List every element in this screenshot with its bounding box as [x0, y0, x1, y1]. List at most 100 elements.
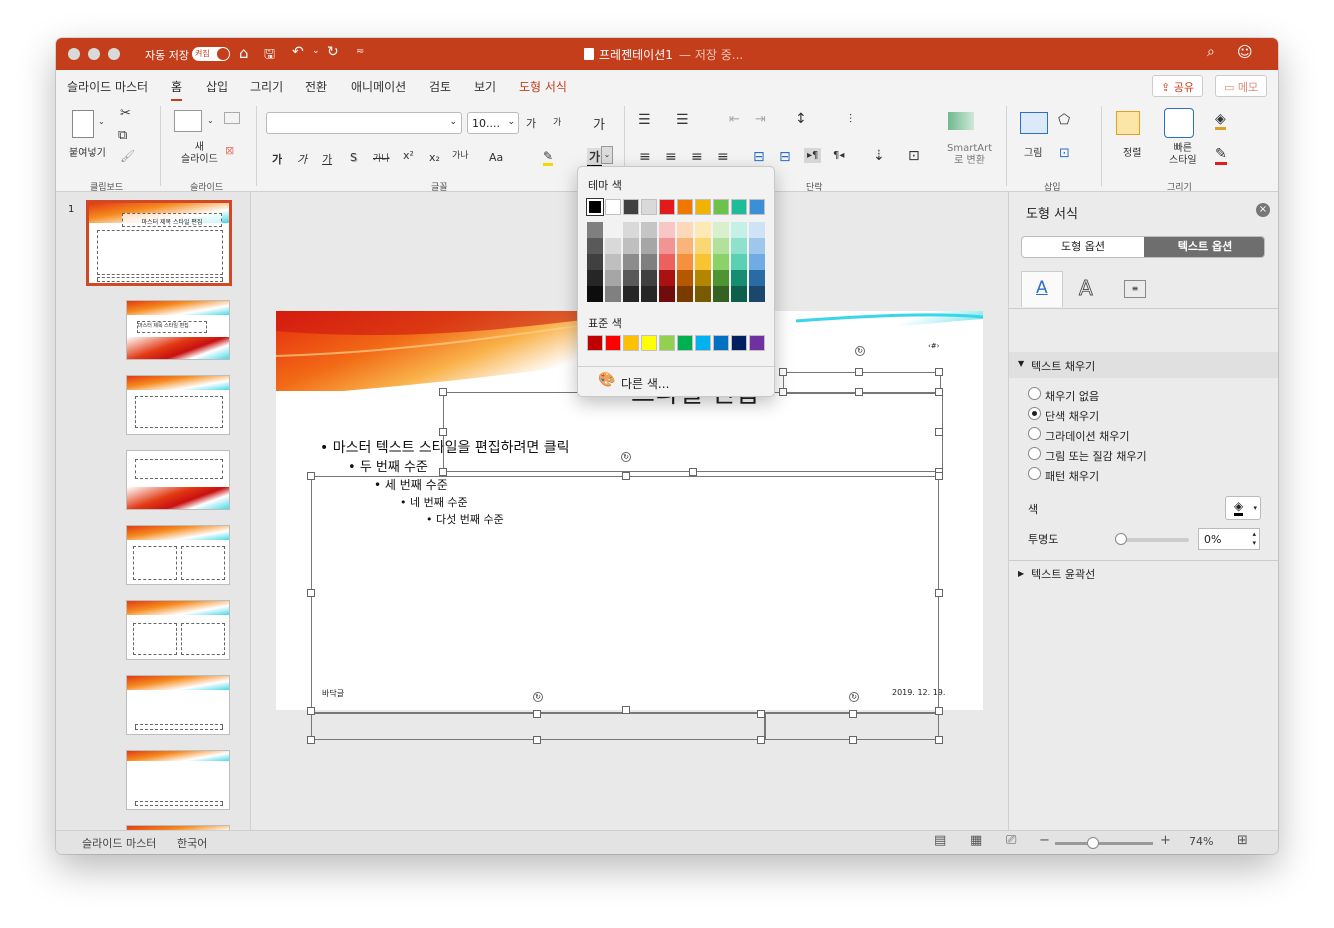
comments-button[interactable]: ▭ 메모	[1215, 75, 1268, 97]
theme-shade-swatch[interactable]	[713, 254, 729, 270]
change-case-button[interactable]: Aa	[489, 151, 503, 164]
layout-thumbnail[interactable]	[126, 675, 230, 735]
shape-fill-icon[interactable]: ◈	[1215, 111, 1226, 130]
align-text-icon[interactable]: ⊟	[779, 149, 791, 165]
rotate-handle-icon[interactable]: ↻	[849, 692, 859, 702]
normal-view-icon[interactable]: ▤	[934, 833, 946, 848]
minimize-window-button[interactable]	[88, 48, 100, 60]
text-fill-outline-tab[interactable]: A	[1021, 271, 1063, 307]
status-language-label[interactable]: 한국어	[177, 835, 207, 851]
standard-color-swatch[interactable]	[641, 335, 657, 351]
resize-handle[interactable]	[849, 710, 857, 718]
tab-view[interactable]: 보기	[474, 78, 496, 95]
theme-shade-swatch[interactable]	[677, 286, 693, 302]
theme-shade-swatch[interactable]	[749, 238, 765, 254]
radio-solid-fill[interactable]	[1028, 407, 1041, 420]
resize-handle[interactable]	[439, 388, 447, 396]
theme-shade-swatch[interactable]	[659, 270, 675, 286]
new-slide-icon[interactable]	[174, 110, 202, 132]
theme-shade-swatch[interactable]	[695, 254, 711, 270]
font-name-combobox[interactable]: ⌄	[266, 112, 462, 134]
theme-shade-swatch[interactable]	[641, 286, 657, 302]
tab-slide-master[interactable]: 슬라이드 마스터	[67, 78, 148, 95]
resize-handle[interactable]	[935, 589, 943, 597]
layout-thumbnail[interactable]	[126, 750, 230, 810]
resize-handle[interactable]	[855, 368, 863, 376]
text-outline-section-label[interactable]: 텍스트 윤곽선	[1031, 566, 1095, 582]
line-spacing-icon[interactable]: ↕	[795, 111, 807, 127]
tab-home[interactable]: 홈	[171, 78, 183, 101]
theme-shade-swatch[interactable]	[695, 238, 711, 254]
paste-dropdown-icon[interactable]: ⌄	[98, 117, 105, 126]
italic-button[interactable]: 가	[297, 151, 307, 167]
resize-handle[interactable]	[779, 388, 787, 396]
zoom-level[interactable]: 74%	[1189, 835, 1213, 848]
fill-color-picker-button[interactable]: ◈ ▾	[1225, 496, 1261, 520]
title-selection-frame[interactable]	[443, 392, 943, 472]
theme-shade-swatch[interactable]	[731, 270, 747, 286]
increase-indent-icon[interactable]: ⇥	[755, 112, 766, 127]
more-colors-button[interactable]: 다른 색...	[621, 375, 669, 392]
tab-review[interactable]: 검토	[429, 78, 451, 95]
theme-shade-swatch[interactable]	[605, 222, 621, 238]
columns-icon[interactable]: ⫶	[849, 112, 852, 127]
standard-color-swatch[interactable]	[695, 335, 711, 351]
resize-handle[interactable]	[849, 736, 857, 744]
arrange-label[interactable]: 정렬	[1123, 144, 1141, 159]
shape-outline-icon[interactable]: ✎	[1215, 146, 1227, 165]
theme-shade-swatch[interactable]	[677, 238, 693, 254]
undo-dropdown-icon[interactable]: ⌄	[312, 46, 320, 56]
copy-icon[interactable]: ⧉	[118, 128, 127, 143]
theme-color-swatch[interactable]	[695, 199, 711, 215]
text-box-icon[interactable]: ⊡	[1059, 146, 1070, 161]
theme-shade-swatch[interactable]	[731, 238, 747, 254]
new-slide-dropdown-icon[interactable]: ⌄	[207, 116, 214, 125]
zoom-out-icon[interactable]: −	[1039, 833, 1050, 848]
standard-color-swatch[interactable]	[623, 335, 639, 351]
paste-label[interactable]: 붙여넣기	[69, 144, 106, 159]
layout-thumbnail[interactable]	[126, 600, 230, 660]
grow-font-button[interactable]: 가	[526, 115, 536, 131]
slide-thumbnails-pane[interactable]: 1 마스터 제목 스타일 편집 마스터 제목 스타일 편집	[56, 192, 251, 835]
theme-shade-swatch[interactable]	[659, 238, 675, 254]
resize-handle[interactable]	[855, 388, 863, 396]
theme-shade-swatch[interactable]	[641, 238, 657, 254]
zoom-slider-thumb[interactable]	[1087, 837, 1099, 849]
resize-handle[interactable]	[533, 736, 541, 744]
theme-shade-swatch[interactable]	[677, 270, 693, 286]
theme-shade-swatch[interactable]	[695, 286, 711, 302]
resize-handle[interactable]	[439, 428, 447, 436]
rotate-handle-icon[interactable]: ↻	[621, 452, 631, 462]
theme-color-swatch[interactable]	[586, 198, 604, 216]
shadow-button[interactable]: S	[350, 151, 357, 164]
layout-icon[interactable]	[224, 112, 240, 124]
format-painter-icon[interactable]: 🖌	[120, 149, 135, 163]
standard-color-swatch[interactable]	[659, 335, 675, 351]
paste-icon[interactable]	[72, 110, 94, 138]
theme-shade-swatch[interactable]	[659, 286, 675, 302]
text-outline-expand-icon[interactable]: ▶	[1018, 569, 1024, 578]
arrange-icon[interactable]	[1116, 111, 1140, 135]
resize-handle[interactable]	[935, 388, 943, 396]
resize-handle[interactable]	[935, 707, 943, 715]
undo-icon[interactable]: ↶	[292, 44, 304, 60]
cut-icon[interactable]: ✂	[120, 106, 131, 121]
theme-color-swatch[interactable]	[641, 199, 657, 215]
fit-to-window-icon[interactable]: ⊞	[1237, 833, 1248, 848]
theme-shade-swatch[interactable]	[605, 286, 621, 302]
radio-gradient-fill[interactable]	[1028, 427, 1041, 440]
master-thumbnail[interactable]: 마스터 제목 스타일 편집	[86, 200, 232, 286]
transparency-input[interactable]: 0% ▴ ▾	[1198, 528, 1260, 550]
underline-button[interactable]: 가	[322, 151, 332, 167]
theme-shade-swatch[interactable]	[731, 222, 747, 238]
new-slide-label[interactable]: 새 슬라이드	[181, 142, 218, 166]
font-size-combobox[interactable]: 10.... ⌄	[467, 112, 519, 134]
standard-color-swatch[interactable]	[731, 335, 747, 351]
quick-styles-label[interactable]: 빠른 스타일	[1169, 143, 1197, 167]
standard-color-swatch[interactable]	[677, 335, 693, 351]
theme-shade-swatch[interactable]	[623, 270, 639, 286]
theme-shade-swatch[interactable]	[587, 222, 603, 238]
text-effects-icon[interactable]: A	[1079, 276, 1094, 301]
standard-color-swatch[interactable]	[605, 335, 621, 351]
theme-shade-swatch[interactable]	[749, 222, 765, 238]
